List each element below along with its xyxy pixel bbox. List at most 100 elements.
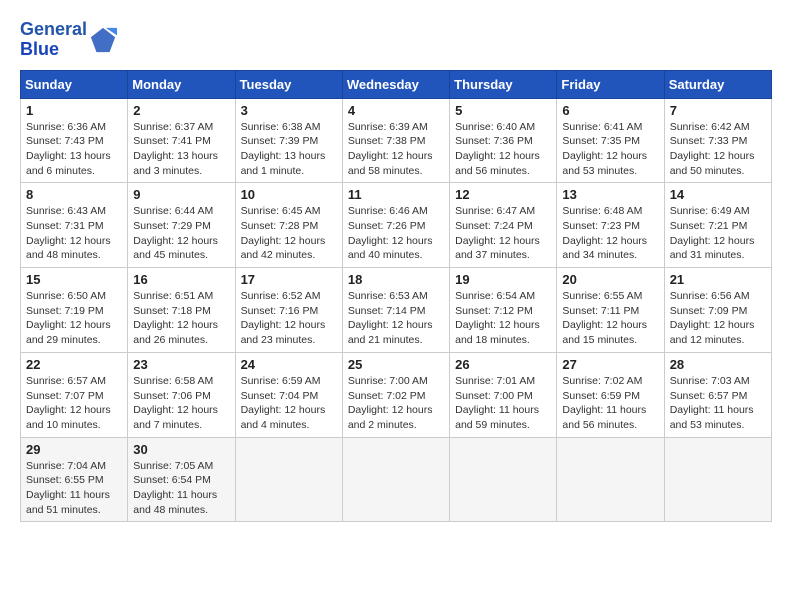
calendar-cell: [235, 437, 342, 522]
calendar-cell: [664, 437, 771, 522]
day-number: 17: [241, 272, 337, 287]
calendar-cell: 17 Sunrise: 6:52 AM Sunset: 7:16 PM Dayl…: [235, 268, 342, 353]
calendar-cell: 16 Sunrise: 6:51 AM Sunset: 7:18 PM Dayl…: [128, 268, 235, 353]
day-number: 22: [26, 357, 122, 372]
day-info: Sunrise: 7:01 AM Sunset: 7:00 PM Dayligh…: [455, 374, 551, 433]
calendar-cell: 22 Sunrise: 6:57 AM Sunset: 7:07 PM Dayl…: [21, 352, 128, 437]
calendar-cell: 18 Sunrise: 6:53 AM Sunset: 7:14 PM Dayl…: [342, 268, 449, 353]
day-info: Sunrise: 6:45 AM Sunset: 7:28 PM Dayligh…: [241, 204, 337, 263]
calendar-cell: 10 Sunrise: 6:45 AM Sunset: 7:28 PM Dayl…: [235, 183, 342, 268]
day-info: Sunrise: 6:57 AM Sunset: 7:07 PM Dayligh…: [26, 374, 122, 433]
day-number: 4: [348, 103, 444, 118]
day-info: Sunrise: 7:04 AM Sunset: 6:55 PM Dayligh…: [26, 459, 122, 518]
calendar-cell: 30 Sunrise: 7:05 AM Sunset: 6:54 PM Dayl…: [128, 437, 235, 522]
calendar-cell: 15 Sunrise: 6:50 AM Sunset: 7:19 PM Dayl…: [21, 268, 128, 353]
day-info: Sunrise: 6:36 AM Sunset: 7:43 PM Dayligh…: [26, 120, 122, 179]
page-header: General Blue: [20, 20, 772, 60]
day-number: 1: [26, 103, 122, 118]
day-number: 25: [348, 357, 444, 372]
calendar-cell: 5 Sunrise: 6:40 AM Sunset: 7:36 PM Dayli…: [450, 98, 557, 183]
calendar-cell: [557, 437, 664, 522]
day-info: Sunrise: 6:40 AM Sunset: 7:36 PM Dayligh…: [455, 120, 551, 179]
calendar-cell: 26 Sunrise: 7:01 AM Sunset: 7:00 PM Dayl…: [450, 352, 557, 437]
calendar-cell: 27 Sunrise: 7:02 AM Sunset: 6:59 PM Dayl…: [557, 352, 664, 437]
weekday-header-monday: Monday: [128, 70, 235, 98]
day-number: 8: [26, 187, 122, 202]
weekday-header-tuesday: Tuesday: [235, 70, 342, 98]
logo-icon: [89, 26, 117, 54]
day-info: Sunrise: 6:49 AM Sunset: 7:21 PM Dayligh…: [670, 204, 766, 263]
day-number: 20: [562, 272, 658, 287]
day-number: 5: [455, 103, 551, 118]
calendar-cell: 3 Sunrise: 6:38 AM Sunset: 7:39 PM Dayli…: [235, 98, 342, 183]
day-info: Sunrise: 6:47 AM Sunset: 7:24 PM Dayligh…: [455, 204, 551, 263]
day-info: Sunrise: 7:00 AM Sunset: 7:02 PM Dayligh…: [348, 374, 444, 433]
calendar-cell: 11 Sunrise: 6:46 AM Sunset: 7:26 PM Dayl…: [342, 183, 449, 268]
weekday-header-wednesday: Wednesday: [342, 70, 449, 98]
day-info: Sunrise: 6:55 AM Sunset: 7:11 PM Dayligh…: [562, 289, 658, 348]
day-info: Sunrise: 6:58 AM Sunset: 7:06 PM Dayligh…: [133, 374, 229, 433]
weekday-header-saturday: Saturday: [664, 70, 771, 98]
logo: General Blue: [20, 20, 117, 60]
calendar-cell: 4 Sunrise: 6:39 AM Sunset: 7:38 PM Dayli…: [342, 98, 449, 183]
day-info: Sunrise: 6:41 AM Sunset: 7:35 PM Dayligh…: [562, 120, 658, 179]
calendar-cell: 25 Sunrise: 7:00 AM Sunset: 7:02 PM Dayl…: [342, 352, 449, 437]
calendar-week-row: 1 Sunrise: 6:36 AM Sunset: 7:43 PM Dayli…: [21, 98, 772, 183]
day-info: Sunrise: 6:54 AM Sunset: 7:12 PM Dayligh…: [455, 289, 551, 348]
day-number: 3: [241, 103, 337, 118]
day-info: Sunrise: 6:48 AM Sunset: 7:23 PM Dayligh…: [562, 204, 658, 263]
calendar-week-row: 29 Sunrise: 7:04 AM Sunset: 6:55 PM Dayl…: [21, 437, 772, 522]
calendar-cell: 20 Sunrise: 6:55 AM Sunset: 7:11 PM Dayl…: [557, 268, 664, 353]
day-number: 24: [241, 357, 337, 372]
day-info: Sunrise: 7:05 AM Sunset: 6:54 PM Dayligh…: [133, 459, 229, 518]
weekday-header-sunday: Sunday: [21, 70, 128, 98]
calendar-cell: 23 Sunrise: 6:58 AM Sunset: 7:06 PM Dayl…: [128, 352, 235, 437]
day-number: 23: [133, 357, 229, 372]
day-info: Sunrise: 6:56 AM Sunset: 7:09 PM Dayligh…: [670, 289, 766, 348]
calendar-header-row: SundayMondayTuesdayWednesdayThursdayFrid…: [21, 70, 772, 98]
day-number: 14: [670, 187, 766, 202]
day-number: 16: [133, 272, 229, 287]
calendar-cell: 12 Sunrise: 6:47 AM Sunset: 7:24 PM Dayl…: [450, 183, 557, 268]
day-info: Sunrise: 6:44 AM Sunset: 7:29 PM Dayligh…: [133, 204, 229, 263]
day-info: Sunrise: 6:53 AM Sunset: 7:14 PM Dayligh…: [348, 289, 444, 348]
day-info: Sunrise: 6:39 AM Sunset: 7:38 PM Dayligh…: [348, 120, 444, 179]
day-number: 11: [348, 187, 444, 202]
day-number: 28: [670, 357, 766, 372]
day-info: Sunrise: 6:50 AM Sunset: 7:19 PM Dayligh…: [26, 289, 122, 348]
day-info: Sunrise: 6:37 AM Sunset: 7:41 PM Dayligh…: [133, 120, 229, 179]
day-number: 15: [26, 272, 122, 287]
calendar-cell: [342, 437, 449, 522]
day-info: Sunrise: 6:38 AM Sunset: 7:39 PM Dayligh…: [241, 120, 337, 179]
calendar-cell: 29 Sunrise: 7:04 AM Sunset: 6:55 PM Dayl…: [21, 437, 128, 522]
calendar-cell: 14 Sunrise: 6:49 AM Sunset: 7:21 PM Dayl…: [664, 183, 771, 268]
day-number: 6: [562, 103, 658, 118]
weekday-header-thursday: Thursday: [450, 70, 557, 98]
calendar-cell: 2 Sunrise: 6:37 AM Sunset: 7:41 PM Dayli…: [128, 98, 235, 183]
day-info: Sunrise: 6:51 AM Sunset: 7:18 PM Dayligh…: [133, 289, 229, 348]
day-info: Sunrise: 6:52 AM Sunset: 7:16 PM Dayligh…: [241, 289, 337, 348]
day-number: 27: [562, 357, 658, 372]
calendar-cell: [450, 437, 557, 522]
calendar-cell: 6 Sunrise: 6:41 AM Sunset: 7:35 PM Dayli…: [557, 98, 664, 183]
calendar-week-row: 15 Sunrise: 6:50 AM Sunset: 7:19 PM Dayl…: [21, 268, 772, 353]
calendar-week-row: 22 Sunrise: 6:57 AM Sunset: 7:07 PM Dayl…: [21, 352, 772, 437]
calendar-week-row: 8 Sunrise: 6:43 AM Sunset: 7:31 PM Dayli…: [21, 183, 772, 268]
day-number: 12: [455, 187, 551, 202]
calendar-cell: 28 Sunrise: 7:03 AM Sunset: 6:57 PM Dayl…: [664, 352, 771, 437]
day-number: 26: [455, 357, 551, 372]
day-number: 7: [670, 103, 766, 118]
day-number: 2: [133, 103, 229, 118]
day-number: 19: [455, 272, 551, 287]
calendar-cell: 13 Sunrise: 6:48 AM Sunset: 7:23 PM Dayl…: [557, 183, 664, 268]
day-info: Sunrise: 6:59 AM Sunset: 7:04 PM Dayligh…: [241, 374, 337, 433]
calendar-cell: 19 Sunrise: 6:54 AM Sunset: 7:12 PM Dayl…: [450, 268, 557, 353]
day-number: 29: [26, 442, 122, 457]
day-info: Sunrise: 6:43 AM Sunset: 7:31 PM Dayligh…: [26, 204, 122, 263]
day-info: Sunrise: 6:46 AM Sunset: 7:26 PM Dayligh…: [348, 204, 444, 263]
day-number: 18: [348, 272, 444, 287]
day-number: 13: [562, 187, 658, 202]
calendar-cell: 21 Sunrise: 6:56 AM Sunset: 7:09 PM Dayl…: [664, 268, 771, 353]
day-number: 21: [670, 272, 766, 287]
calendar-cell: 1 Sunrise: 6:36 AM Sunset: 7:43 PM Dayli…: [21, 98, 128, 183]
